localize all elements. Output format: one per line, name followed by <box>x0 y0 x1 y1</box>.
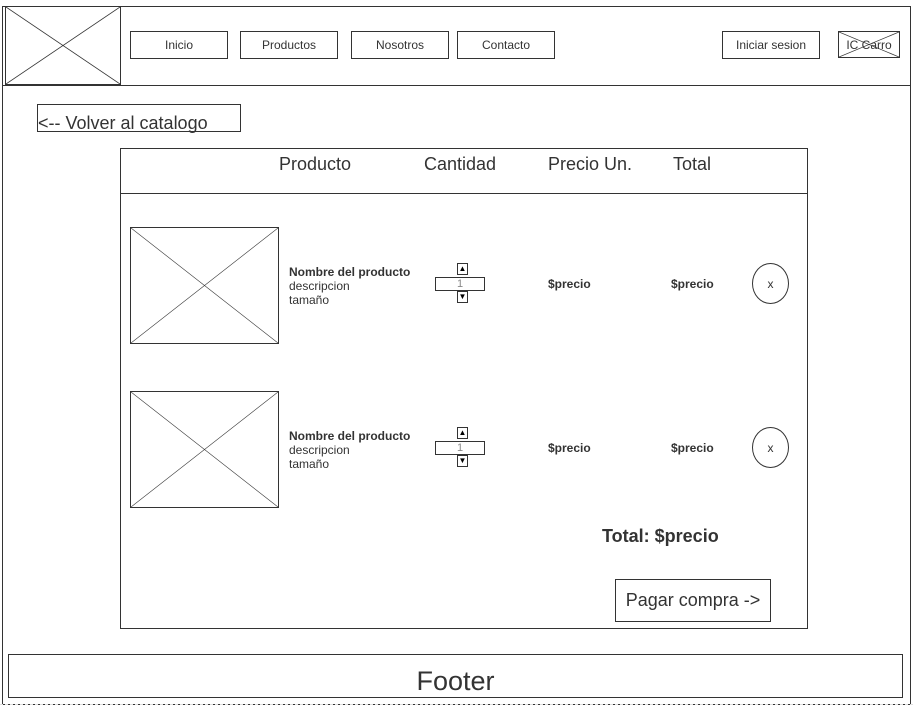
quantity-field[interactable]: 1 <box>435 441 485 455</box>
line-total: $precio <box>671 441 714 455</box>
cart-header-divider <box>120 193 808 194</box>
column-header-quantity: Cantidad <box>424 154 497 174</box>
cart-total: Total: $precio <box>602 526 719 546</box>
nav-nosotros[interactable]: Nosotros <box>351 31 449 59</box>
product-info: Nombre del producto descripcion tamaño <box>289 429 429 471</box>
product-size: tamaño <box>289 293 330 307</box>
product-image <box>130 391 279 508</box>
remove-item-button[interactable]: x <box>752 427 789 468</box>
nav-contacto[interactable]: Contacto <box>457 31 555 59</box>
product-description: descripcion <box>289 443 350 457</box>
product-size: tamaño <box>289 457 330 471</box>
canvas-edge-line <box>0 704 913 705</box>
back-to-catalog-link[interactable]: <-- Volver al catalogo <box>37 104 241 133</box>
product-name: Nombre del producto <box>289 265 411 279</box>
quantity-increase-button[interactable]: ▲ <box>457 263 468 275</box>
product-image <box>130 227 279 344</box>
product-description: descripcion <box>289 279 350 293</box>
image-placeholder-icon <box>131 228 278 343</box>
login-button[interactable]: Iniciar sesion <box>722 31 820 59</box>
logo-image[interactable] <box>5 6 121 85</box>
footer: Footer <box>8 654 903 698</box>
column-header-unit-price: Precio Un. <box>548 154 633 174</box>
unit-price: $precio <box>548 277 591 291</box>
product-name: Nombre del producto <box>289 429 411 443</box>
quantity-field[interactable]: 1 <box>435 277 485 291</box>
quantity-decrease-button[interactable]: ▼ <box>457 455 468 467</box>
quantity-decrease-button[interactable]: ▼ <box>457 291 468 303</box>
column-header-product: Producto <box>279 154 352 174</box>
nav-inicio[interactable]: Inicio <box>130 31 228 59</box>
column-header-total: Total <box>673 154 712 174</box>
cart-panel <box>120 148 808 629</box>
product-info: Nombre del producto descripcion tamaño <box>289 265 429 307</box>
footer-label: Footer <box>416 666 495 696</box>
image-placeholder-icon <box>131 392 278 507</box>
checkout-label: Pagar compra -> <box>625 590 761 610</box>
nav-productos[interactable]: Productos <box>240 31 338 59</box>
remove-item-button[interactable]: x <box>752 263 789 304</box>
image-placeholder-icon <box>6 7 120 84</box>
checkout-button[interactable]: Pagar compra -> <box>615 579 771 622</box>
unit-price: $precio <box>548 441 591 455</box>
line-total: $precio <box>671 277 714 291</box>
quantity-increase-button[interactable]: ▲ <box>457 427 468 439</box>
cart-label: IC Carro <box>846 38 892 52</box>
back-link-label: <-- Volver al catalogo <box>38 113 208 133</box>
cart-button[interactable]: IC Carro <box>838 31 900 58</box>
